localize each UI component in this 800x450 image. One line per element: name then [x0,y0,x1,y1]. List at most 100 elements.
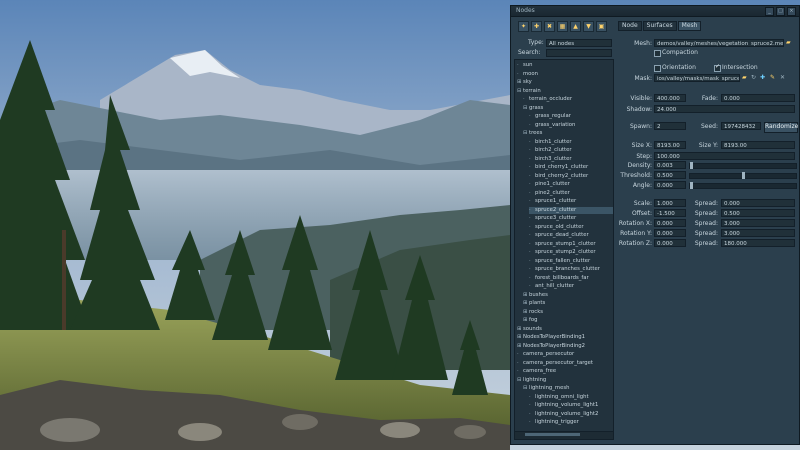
tree-item[interactable]: · pine2_clutter [529,190,613,197]
tab-surfaces[interactable]: Surfaces [642,21,677,31]
threshold-slider[interactable] [689,172,797,179]
search-input[interactable] [546,49,612,57]
scrollbar-thumb[interactable] [525,433,580,436]
tree-item[interactable]: ⊞ rocks [523,309,613,316]
tab-node[interactable]: Node [618,21,642,31]
tree-item[interactable]: · lightning_trigger [529,419,613,426]
clone-node-icon[interactable]: ✚ [531,20,542,32]
folder-icon[interactable]: ▰ [742,75,747,81]
spread-roty-field[interactable]: 3.000 [721,229,795,237]
tree-item[interactable]: ⊟ lightning [517,377,613,384]
tree-item[interactable]: · lightning_omni_light [529,394,613,401]
compaction-checkbox[interactable] [654,50,661,57]
spread-scale-field[interactable]: 0.000 [721,199,795,207]
type-select[interactable]: All nodes [546,39,612,47]
orientation-checkbox[interactable] [654,65,661,72]
tree-item[interactable]: · spruce1_clutter [529,198,613,205]
offset-field[interactable]: -1.500 [654,209,686,217]
tree-item[interactable]: · camera_persecutor_target [517,360,613,367]
tree-item[interactable]: ⊞ sky [517,79,613,86]
tree-item[interactable]: · spruce_fallen_clutter [529,258,613,265]
tree-item[interactable]: · spruce_old_clutter [529,224,613,231]
nodes-titlebar[interactable]: Nodes _ □ × [511,6,799,17]
scale-field[interactable]: 1.000 [654,199,686,207]
spread-rotx-field[interactable]: 3.000 [721,219,795,227]
tree-item[interactable]: ⊟ terrain [517,88,613,95]
angle-field[interactable]: 0.000 [654,181,686,189]
tree-item[interactable]: · spruce_stump1_clutter [529,241,613,248]
tree-item[interactable]: · terrain_occluder [523,96,613,103]
tree-item[interactable]: ⊞ NodesToPlayerBinding2 [517,343,613,350]
randomize-button[interactable]: Randomize [764,122,798,133]
shadow-field[interactable]: 24.000 [654,105,795,113]
tree-item[interactable]: · camera_free [517,368,613,375]
tree-item[interactable]: · grass_regular [529,113,613,120]
refresh-icon[interactable]: ↻ [751,75,756,81]
tree-item[interactable]: · birch3_clutter [529,156,613,163]
tree-item[interactable]: · pine1_clutter [529,181,613,188]
tree-item[interactable]: · moon [517,71,613,78]
tree-item[interactable]: · spruce_stump2_clutter [529,249,613,256]
tree-item[interactable]: · birch1_clutter [529,139,613,146]
rotx-field[interactable]: 0.000 [654,219,686,227]
seed-field[interactable]: 197428432 [721,122,761,130]
tree-item[interactable]: · spruce3_clutter [529,215,613,222]
minimize-button[interactable]: _ [765,7,774,16]
spawn-field[interactable]: 2 [654,122,686,130]
new-node-icon[interactable]: ✦ [518,20,529,32]
move-down-icon[interactable]: ▼ [583,20,594,32]
angle-slider[interactable] [689,182,797,189]
density-slider-knob[interactable] [690,162,693,169]
tree-item[interactable]: · bird_cherry2_clutter [529,173,613,180]
tree-item[interactable]: · spruce_dead_clutter [529,232,613,239]
density-slider[interactable] [689,162,797,169]
tree-item[interactable]: · forest_billboards_far [529,275,613,282]
tree-item[interactable]: · spruce_branches_clutter [529,266,613,273]
folder-icon[interactable]: ▰ [786,40,791,46]
density-field[interactable]: 0.003 [654,161,686,169]
tree-item[interactable]: · birch2_clutter [529,147,613,154]
tree-item[interactable]: · spruce2_clutter [529,206,613,214]
mesh-path-field[interactable]: demos/valley/meshes/vegetation_spruce2.m… [654,39,784,47]
intersection-checkbox[interactable] [714,64,721,72]
mask-path-field[interactable]: ios/valley/masks/mask_spruce.tga [654,74,740,82]
save-icon[interactable]: ▣ [596,20,607,32]
tree-item[interactable]: ⊞ sounds [517,326,613,333]
delete-node-icon[interactable]: ✖ [544,20,555,32]
tree-item[interactable]: ⊞ NodesToPlayerBinding1 [517,334,613,341]
roty-field[interactable]: 0.000 [654,229,686,237]
spread-rotz-field[interactable]: 180.000 [721,239,795,247]
threshold-slider-knob[interactable] [742,172,745,179]
angle-slider-knob[interactable] [690,182,693,189]
sizex-field[interactable]: 8193.00 [654,141,686,149]
tree-item[interactable]: · lightning_volume_light1 [529,402,613,409]
step-field[interactable]: 100.000 [654,152,795,160]
tree-item[interactable]: ⊟ lightning_mesh [523,385,613,392]
edit-icon[interactable]: ✎ [770,75,775,81]
sizey-field[interactable]: 8193.00 [721,141,795,149]
tree-item[interactable]: ⊞ plants [523,300,613,307]
tree-item[interactable]: · bird_cherry1_clutter [529,164,613,171]
tree-item[interactable]: ⊟ grass [523,105,613,112]
move-up-icon[interactable]: ▲ [570,20,581,32]
rotz-field[interactable]: 0.000 [654,239,686,247]
tree-item[interactable]: · grass_variation [529,122,613,129]
tab-mesh[interactable]: Mesh [677,21,702,31]
close-button[interactable]: × [787,7,796,16]
tree-item[interactable]: ⊞ fog [523,317,613,324]
tree-item[interactable]: · ant_hill_clutter [529,283,613,290]
spread-offset-field[interactable]: 0.500 [721,209,795,217]
clear-icon[interactable]: ✕ [780,75,785,81]
tree-item[interactable]: · camera_persecutor [517,351,613,358]
tree-item[interactable]: ⊞ bushes [523,292,613,299]
tree-item[interactable]: · sun [517,62,613,69]
tree-item[interactable]: ⊟ trees [523,130,613,137]
fade-field[interactable]: 0.000 [721,94,795,102]
maximize-button[interactable]: □ [776,7,785,16]
node-tree[interactable]: · sun · moon ⊞ sky ⊟ terrain · terrain_occluder ⊟ g… [514,59,614,438]
threshold-field[interactable]: 0.500 [654,171,686,179]
add-icon[interactable]: ✚ [760,75,765,81]
group-icon[interactable]: ▦ [557,20,568,32]
tree-item[interactable]: · lightning_volume_light2 [529,411,613,418]
tree-horizontal-scrollbar[interactable] [514,431,614,440]
